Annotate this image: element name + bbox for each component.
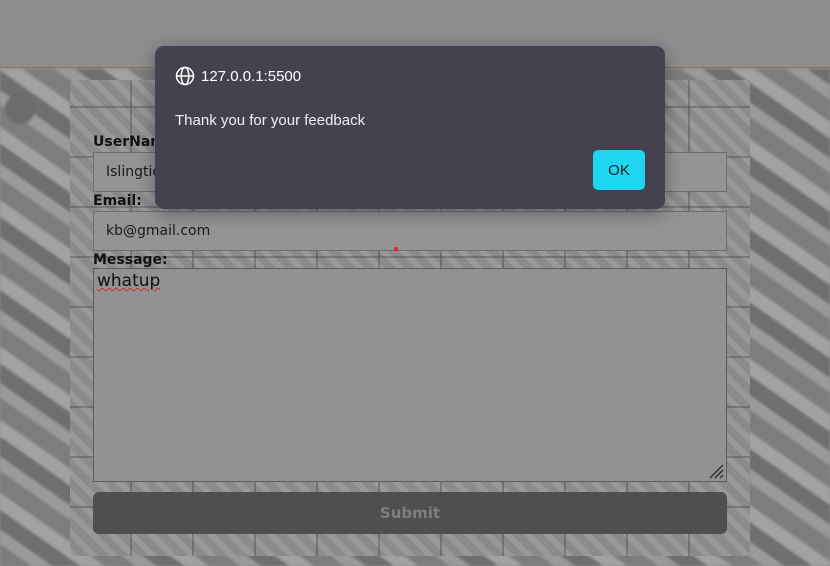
dialog-message: Thank you for your feedback — [175, 112, 366, 129]
resize-handle-icon[interactable] — [708, 463, 724, 479]
message-label: Message: — [93, 252, 168, 268]
dialog-origin-text: 127.0.0.1:5500 — [201, 67, 302, 85]
submit-button[interactable]: Submit — [93, 492, 727, 534]
dialog-origin: 127.0.0.1:5500 — [175, 66, 301, 86]
email-label: Email: — [93, 193, 142, 209]
email-value: kb@gmail.com — [106, 223, 211, 239]
cursor-dot — [394, 247, 398, 251]
globe-icon — [175, 66, 195, 86]
alert-dialog: 127.0.0.1:5500 Thank you for your feedba… — [155, 46, 665, 209]
ok-button[interactable]: OK — [593, 150, 645, 190]
message-value: whatup — [97, 271, 161, 291]
message-textarea[interactable]: whatup — [93, 268, 727, 482]
email-field[interactable]: kb@gmail.com — [93, 211, 727, 251]
